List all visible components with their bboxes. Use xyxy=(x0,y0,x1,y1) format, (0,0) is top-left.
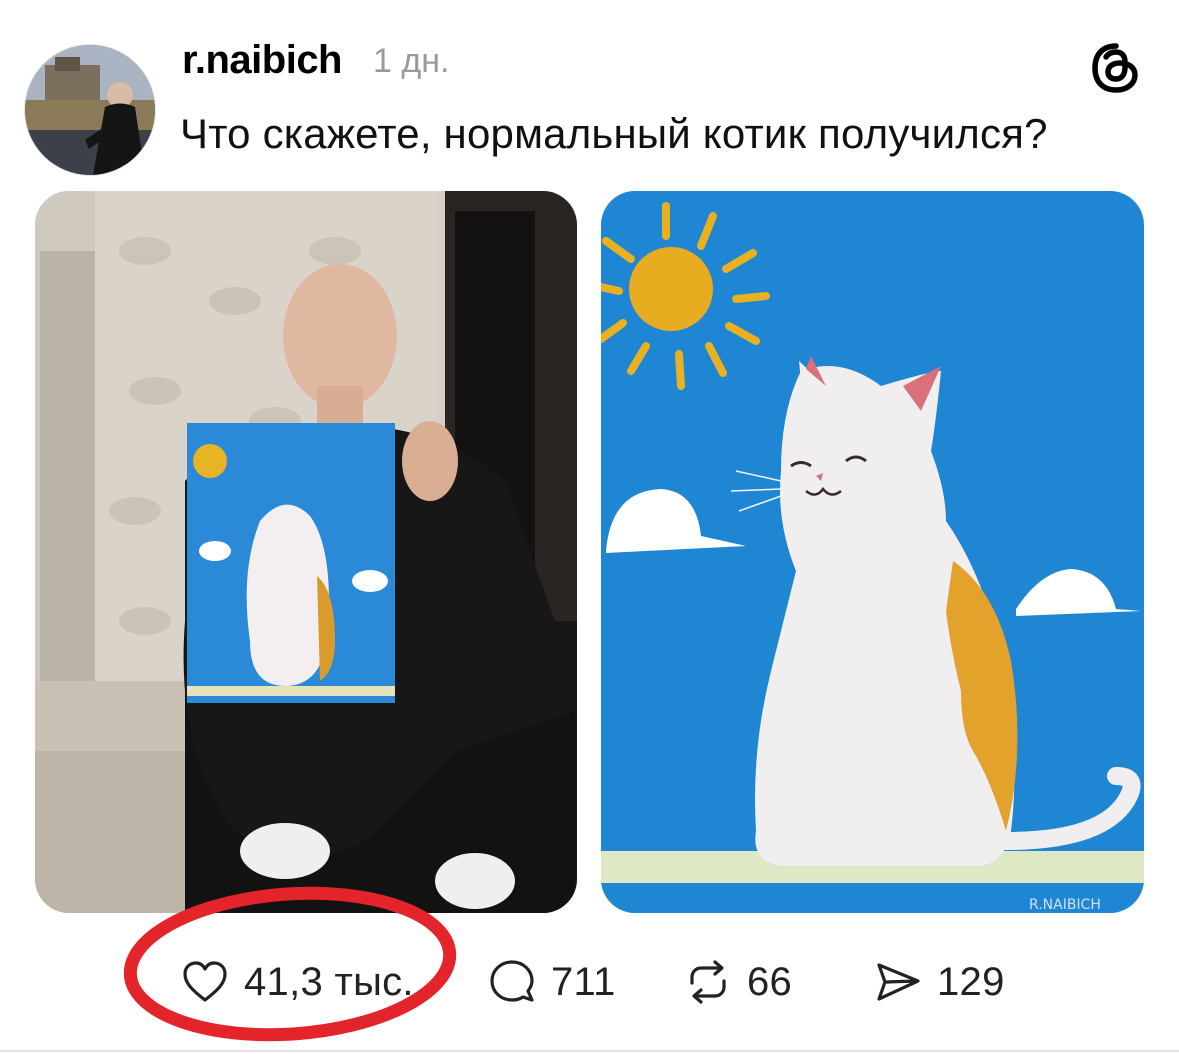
post-photo-painting[interactable]: R.NAIBICH xyxy=(601,191,1144,913)
heart-icon xyxy=(183,961,227,1002)
post-time: 1 дн. xyxy=(373,42,450,80)
avatar[interactable] xyxy=(24,44,156,176)
reply-button[interactable]: 711 xyxy=(487,952,616,1012)
painting-signature: R.NAIBICH xyxy=(1029,897,1101,913)
comment-icon xyxy=(490,960,534,1002)
repost-icon xyxy=(690,960,726,1004)
post-caption: Что скажете, нормальный котик получился? xyxy=(180,110,1048,157)
divider xyxy=(0,1050,1179,1052)
like-button[interactable]: 41,3 тыс. xyxy=(180,952,414,1012)
like-count: 41,3 тыс. xyxy=(244,959,414,1004)
username[interactable]: r.naibich xyxy=(182,38,343,83)
share-count: 129 xyxy=(937,959,1005,1004)
repost-count: 66 xyxy=(747,959,793,1004)
share-button[interactable]: 129 xyxy=(873,952,1005,1012)
repost-button[interactable]: 66 xyxy=(683,952,792,1012)
post-photo-person[interactable] xyxy=(35,191,577,913)
reply-count: 711 xyxy=(551,959,616,1004)
threads-logo-icon[interactable] xyxy=(1088,40,1144,96)
send-icon xyxy=(877,963,920,1001)
